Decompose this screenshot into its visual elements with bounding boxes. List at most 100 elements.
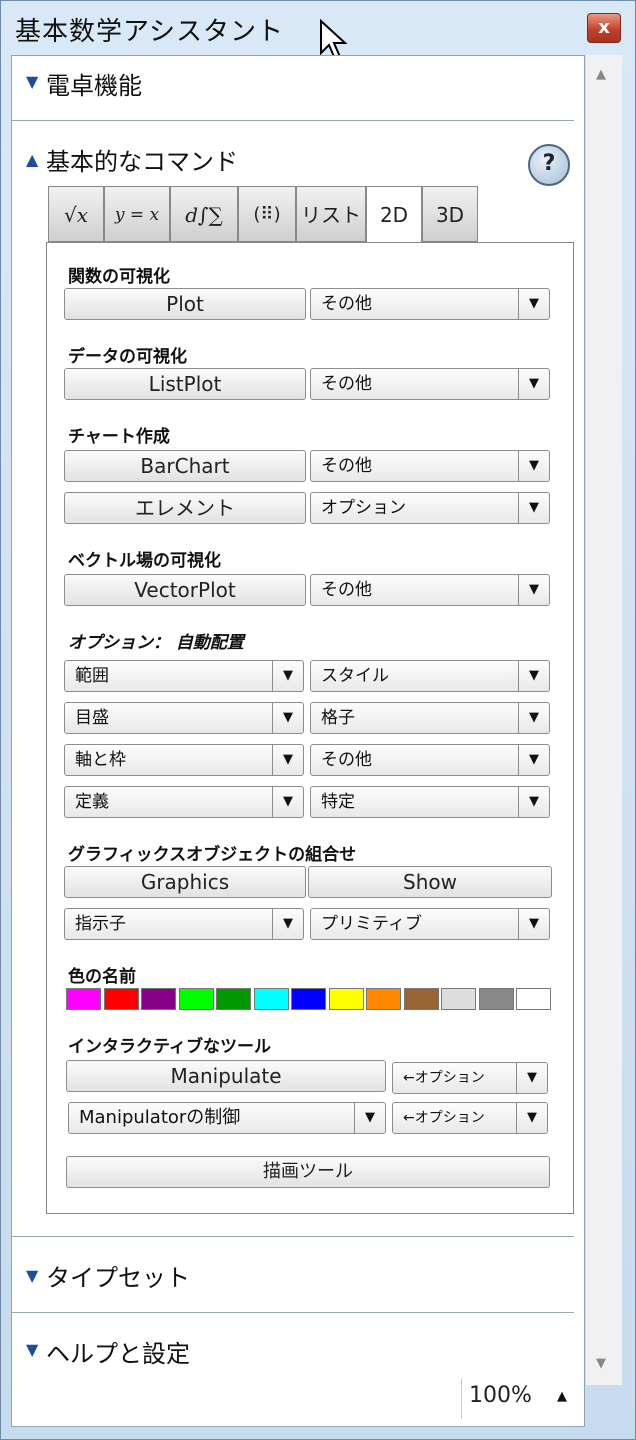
window-title: 基本数学アシスタント xyxy=(15,17,284,47)
tab-matrix[interactable]: (⠿) xyxy=(238,186,296,242)
vectorplot-button[interactable]: VectorPlot xyxy=(64,574,306,606)
color-swatch[interactable] xyxy=(328,988,364,1010)
color-swatch[interactable] xyxy=(178,988,214,1010)
style-dropdown[interactable]: スタイル ▼ xyxy=(310,660,550,692)
barchart-button[interactable]: BarChart xyxy=(64,450,306,482)
color-swatch[interactable] xyxy=(516,988,551,1010)
axes-frame-dropdown[interactable]: 軸と枠 ▼ xyxy=(64,744,304,776)
color-swatch[interactable] xyxy=(291,988,326,1010)
dropdown-arrow-icon: ▼ xyxy=(272,745,303,775)
color-swatch[interactable] xyxy=(216,988,251,1010)
color-swatch[interactable] xyxy=(366,988,401,1010)
dropdown-arrow-icon: ▼ xyxy=(518,575,549,605)
group-title: ベクトル場の可視化 xyxy=(68,551,221,571)
color-swatch[interactable] xyxy=(253,988,289,1010)
group-title: チャート作成 xyxy=(68,427,170,447)
vector-more-dropdown[interactable]: その他 ▼ xyxy=(310,574,550,606)
dropdown-value: その他 xyxy=(321,456,372,476)
specific-dropdown[interactable]: 特定 ▼ xyxy=(310,786,550,818)
barchart-more-dropdown[interactable]: その他 ▼ xyxy=(310,450,550,482)
dropdown-value: その他 xyxy=(321,294,372,314)
section-typeset[interactable]: タイプセット xyxy=(46,1258,190,1293)
options-more-dropdown[interactable]: その他 ▼ xyxy=(310,744,550,776)
grid-dropdown[interactable]: 格子 ▼ xyxy=(310,702,550,734)
dropdown-value: 目盛 xyxy=(75,708,109,728)
help-button[interactable]: ? xyxy=(528,144,570,186)
chevron-down-icon[interactable]: ▼ xyxy=(26,1340,38,1359)
zoom-menu-icon[interactable]: ▲ xyxy=(557,1389,567,1404)
scroll-up-icon[interactable]: ▲ xyxy=(596,67,606,82)
dropdown-value: その他 xyxy=(321,374,372,394)
range-dropdown[interactable]: 範囲 ▼ xyxy=(64,660,304,692)
dropdown-arrow-icon: ▼ xyxy=(272,787,303,817)
color-swatch[interactable] xyxy=(478,988,514,1010)
element-options-dropdown[interactable]: オプション ▼ xyxy=(310,492,550,524)
dropdown-arrow-icon: ▼ xyxy=(516,1063,547,1093)
section-calculator[interactable]: 電卓機能 xyxy=(46,66,142,101)
color-swatch[interactable] xyxy=(141,988,176,1010)
dropdown-arrow-icon: ▼ xyxy=(518,493,549,523)
tab-2d[interactable]: 2D xyxy=(366,186,422,244)
manipulator-options-dropdown[interactable]: ←オプション ▼ xyxy=(392,1102,548,1134)
listplot-more-dropdown[interactable]: その他 ▼ xyxy=(310,368,550,400)
manipulate-options-dropdown[interactable]: ←オプション ▼ xyxy=(392,1062,548,1094)
dropdown-arrow-icon: ▼ xyxy=(272,909,303,939)
dropdown-value: オプション xyxy=(321,498,406,518)
vertical-scrollbar[interactable]: ▲ ▼ xyxy=(585,55,622,1385)
primitive-dropdown[interactable]: プリミティブ ▼ xyxy=(310,908,550,940)
dropdown-value: 軸と枠 xyxy=(75,750,126,770)
graphics-button[interactable]: Graphics xyxy=(64,866,306,898)
manipulator-control-dropdown[interactable]: Manipulatorの制御 ▼ xyxy=(68,1102,386,1134)
directive-dropdown[interactable]: 指示子 ▼ xyxy=(64,908,304,940)
dropdown-value: 範囲 xyxy=(75,666,109,686)
tab-3d[interactable]: 3D xyxy=(422,186,478,242)
element-button[interactable]: エレメント xyxy=(64,492,306,524)
dropdown-value: ←オプション xyxy=(403,1110,485,1126)
dropdown-value: Manipulatorの制御 xyxy=(79,1107,241,1128)
tab-equation[interactable]: y = x xyxy=(104,186,170,242)
dropdown-value: スタイル xyxy=(321,666,389,686)
scroll-down-icon[interactable]: ▼ xyxy=(596,1356,606,1371)
dropdown-arrow-icon: ▼ xyxy=(518,787,549,817)
manipulate-button[interactable]: Manipulate xyxy=(66,1060,386,1092)
dropdown-value: 定義 xyxy=(75,792,109,812)
divider xyxy=(12,120,574,121)
plot-button[interactable]: Plot xyxy=(64,288,306,320)
dropdown-value: その他 xyxy=(321,750,372,770)
tab-sqrt[interactable]: √x xyxy=(48,186,104,242)
color-swatch[interactable] xyxy=(441,988,476,1010)
section-help-settings[interactable]: ヘルプと設定 xyxy=(46,1334,190,1369)
chevron-down-icon[interactable]: ▼ xyxy=(26,1266,38,1285)
group-title: データの可視化 xyxy=(68,347,187,367)
dropdown-arrow-icon: ▼ xyxy=(518,909,549,939)
chevron-up-icon[interactable]: ▲ xyxy=(26,150,38,169)
ticks-dropdown[interactable]: 目盛 ▼ xyxy=(64,702,304,734)
dropdown-value: 格子 xyxy=(321,708,355,728)
listplot-button[interactable]: ListPlot xyxy=(64,368,306,400)
zoom-level[interactable]: 100% xyxy=(469,1383,532,1408)
title-bar[interactable]: 基本数学アシスタント x xyxy=(1,1,635,51)
draw-tools-button[interactable]: 描画ツール xyxy=(66,1156,550,1188)
definition-dropdown[interactable]: 定義 ▼ xyxy=(64,786,304,818)
color-swatch[interactable] xyxy=(403,988,439,1010)
group-title: インタラクティブなツール xyxy=(68,1037,271,1057)
dropdown-value: その他 xyxy=(321,580,372,600)
dropdown-arrow-icon: ▼ xyxy=(272,661,303,691)
dropdown-value: ←オプション xyxy=(403,1070,485,1086)
tab-list[interactable]: リスト xyxy=(296,186,366,242)
plot-more-dropdown[interactable]: その他 ▼ xyxy=(310,288,550,320)
section-basic-commands[interactable]: 基本的なコマンド xyxy=(46,142,238,177)
dropdown-arrow-icon: ▼ xyxy=(518,369,549,399)
dropdown-arrow-icon: ▼ xyxy=(354,1103,385,1133)
dropdown-arrow-icon: ▼ xyxy=(272,703,303,733)
group-title: グラフィックスオブジェクトの組合せ xyxy=(68,845,357,865)
dropdown-arrow-icon: ▼ xyxy=(518,289,549,319)
dropdown-arrow-icon: ▼ xyxy=(516,1103,547,1133)
chevron-down-icon[interactable]: ▼ xyxy=(26,72,38,91)
color-swatch[interactable] xyxy=(66,988,101,1010)
palette-content: ▼ 電卓機能 ▲ 基本的なコマンド ? √x y = x d∫∑ (⠿) リスト… xyxy=(11,55,585,1427)
close-button[interactable]: x xyxy=(587,13,621,43)
color-swatch[interactable] xyxy=(103,988,139,1010)
show-button[interactable]: Show xyxy=(308,866,552,898)
tab-calculus[interactable]: d∫∑ xyxy=(170,186,238,242)
